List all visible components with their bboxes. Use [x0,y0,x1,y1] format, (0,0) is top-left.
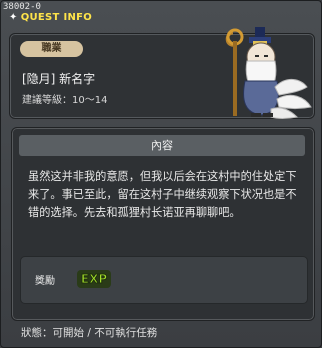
quest-status: 狀態：可開始 / 不可執行任務 [21,327,158,339]
window-title: ✦ QUEST INFO [9,12,149,24]
quest-content-panel: 內容 虽然这并非我的意愿，但我以后会在这村中的住处定下来了。事已至此，留在这村子… [11,127,315,321]
content-header: 內容 [19,135,305,156]
exp-icon: EXP [77,270,111,288]
window-title-text: QUEST INFO [20,12,93,23]
npc-portrait-image [225,27,312,119]
quest-description: 虽然这并非我的意愿，但我以后会在这村中的住处定下来了。事已至此，留在这村子中继续… [28,170,297,219]
reward-section: 獎勵 EXP [20,256,308,304]
quest-id-label: 38002-0 [3,2,41,12]
quest-info-window: 38002-0 ✦ QUEST INFO 職業 [隐月] 新名字 建議等級：10～… [0,0,322,348]
npc-name: [隐月] 新名字 [22,72,96,86]
exp-text: EXP [81,272,107,286]
recommended-level: 建議等級：10～14 [22,95,108,106]
reward-label: 獎勵 [35,276,55,287]
star-icon: ✦ [9,12,18,23]
job-badge: 職業 [20,41,83,57]
